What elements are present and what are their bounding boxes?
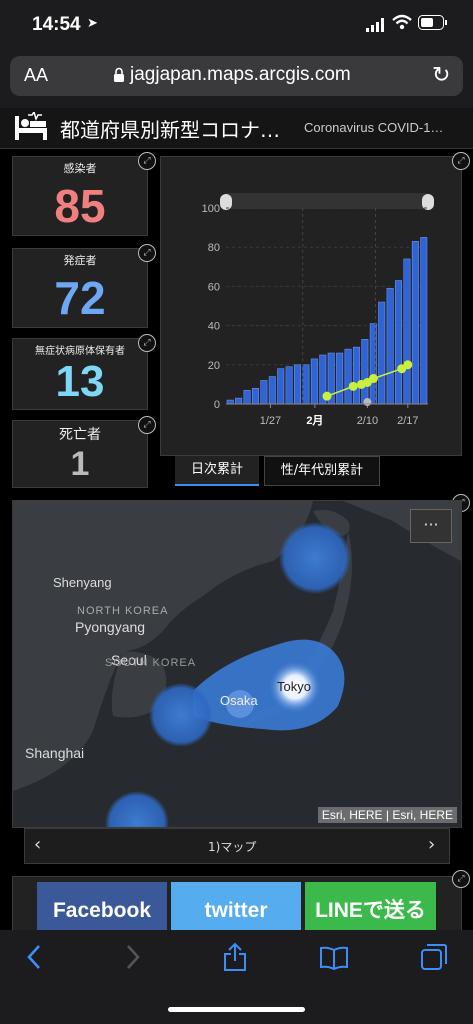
asymptomatic-value: 13 bbox=[55, 357, 105, 406]
map-label-shenyang: Shenyang bbox=[53, 575, 112, 590]
map-label-shanghai: Shanghai bbox=[25, 745, 85, 761]
expand-icon[interactable]: ⤢ bbox=[138, 152, 156, 170]
chart-bar bbox=[310, 358, 318, 405]
symptomatic-value: 72 bbox=[54, 272, 106, 324]
map-pager-label: 1)マップ bbox=[208, 840, 257, 854]
symptomatic-label: 発症者 bbox=[63, 254, 97, 267]
chart-point bbox=[403, 360, 413, 370]
asymptomatic-panel: 無症状病原体保有者 13 bbox=[12, 338, 148, 410]
chart-bar bbox=[411, 241, 419, 405]
chart-bar bbox=[302, 364, 310, 405]
chevron-left-icon[interactable]: ‹ bbox=[34, 834, 41, 855]
signal-icon bbox=[366, 17, 386, 36]
chart-bar bbox=[403, 258, 411, 405]
expand-icon[interactable]: ⤢ bbox=[138, 416, 156, 434]
hospital-bed-icon bbox=[14, 110, 48, 146]
tab-label: 性/年代別累計 bbox=[280, 463, 364, 478]
expand-icon[interactable]: ⤢ bbox=[138, 334, 156, 352]
home-indicator bbox=[168, 1007, 305, 1012]
tabs-icon[interactable] bbox=[420, 943, 448, 978]
location-arrow-icon: ➤ bbox=[87, 16, 98, 31]
chart-bar bbox=[243, 389, 251, 405]
chart-bar bbox=[336, 352, 344, 405]
expand-icon[interactable]: ⤢ bbox=[138, 244, 156, 262]
y-tick-label: 100 bbox=[202, 203, 220, 215]
battery-icon bbox=[418, 15, 448, 34]
map-attribution: Esri, HERE | Esri, HERE bbox=[317, 807, 457, 823]
share-icon[interactable] bbox=[222, 942, 248, 979]
chart-bar bbox=[251, 388, 259, 405]
map-label-south-korea: SOUTH KOREA bbox=[105, 657, 197, 669]
y-tick-label: 40 bbox=[208, 321, 220, 333]
chart-range-slider bbox=[226, 193, 428, 209]
text-size-button[interactable]: AA bbox=[24, 65, 48, 86]
page-title: 都道府県別新型コロナ… bbox=[60, 118, 280, 142]
tab-label: 日次累計 bbox=[190, 462, 243, 477]
deaths-value: 1 bbox=[70, 445, 90, 483]
chart-bar bbox=[285, 366, 293, 405]
chart-bar bbox=[395, 280, 403, 405]
deaths-panel: 死亡者 1 bbox=[12, 420, 148, 488]
chart-point bbox=[363, 398, 372, 407]
x-tick-label: 2月 bbox=[306, 414, 323, 427]
chart-bar bbox=[268, 376, 276, 405]
infected-panel: 感染者 85 bbox=[12, 156, 148, 236]
chart-bar bbox=[344, 348, 352, 405]
chart-bar bbox=[294, 364, 302, 405]
map-label-osaka: Osaka bbox=[220, 693, 258, 708]
infected-label: 感染者 bbox=[63, 162, 97, 175]
slider-handle-right bbox=[422, 194, 434, 210]
status-time: 14:54 bbox=[32, 14, 81, 35]
y-tick-label: 0 bbox=[214, 399, 220, 411]
wifi-icon bbox=[392, 14, 412, 34]
chart-bar bbox=[361, 339, 369, 405]
map-view[interactable]: Shenyang NORTH KOREA Pyongyang Seoul SOU… bbox=[12, 500, 462, 828]
map-label-tokyo: Tokyo bbox=[277, 679, 311, 694]
asymptomatic-label: 無症状病原体保有者 bbox=[35, 346, 125, 357]
basemap bbox=[13, 501, 461, 827]
chart-bar bbox=[386, 288, 394, 405]
x-tick-label: 2/10 bbox=[357, 415, 378, 427]
map-label-north-korea: NORTH KOREA bbox=[77, 605, 169, 617]
cumulative-chart: 0 20 40 60 80 100 1/27 2月 2/10 2/17 bbox=[202, 193, 434, 427]
chart-bar bbox=[260, 380, 268, 405]
lock-icon bbox=[113, 67, 125, 87]
expand-icon[interactable]: ⤢ bbox=[452, 870, 470, 888]
map-more-button[interactable]: ··· bbox=[410, 509, 452, 543]
infected-value: 85 bbox=[54, 180, 106, 232]
map-label-pyongyang: Pyongyang bbox=[75, 619, 146, 635]
chart-bar bbox=[420, 237, 428, 405]
reload-icon[interactable]: ↻ bbox=[432, 63, 450, 88]
x-tick-label: 1/27 bbox=[260, 415, 281, 427]
more-icon: ··· bbox=[423, 515, 439, 534]
chart-bar bbox=[235, 397, 243, 405]
y-tick-label: 60 bbox=[208, 281, 220, 293]
chart-bar bbox=[226, 399, 234, 405]
page-subtitle: Coronavirus COVID-1… bbox=[304, 120, 444, 135]
y-tick-label: 20 bbox=[208, 360, 220, 372]
bookmarks-icon[interactable] bbox=[319, 946, 349, 977]
tab-sex-age-cumulative[interactable]: 性/年代別累計 bbox=[264, 456, 380, 486]
x-tick-label: 2/17 bbox=[397, 415, 418, 427]
chart-point bbox=[368, 374, 378, 384]
chart-point bbox=[348, 381, 358, 391]
url-text[interactable]: jagjapan.maps.arcgis.com bbox=[130, 64, 351, 86]
chevron-right-icon[interactable]: › bbox=[428, 834, 435, 855]
tab-daily-cumulative[interactable]: 日次累計 bbox=[175, 456, 259, 486]
symptomatic-panel: 発症者 72 bbox=[12, 248, 148, 328]
chart-bar bbox=[277, 368, 285, 405]
chart-bar bbox=[378, 301, 386, 405]
forward-icon[interactable] bbox=[125, 944, 141, 977]
back-icon[interactable] bbox=[26, 944, 42, 977]
chart-bar bbox=[352, 346, 360, 405]
deaths-label: 死亡者 bbox=[59, 427, 101, 443]
y-tick-label: 80 bbox=[208, 242, 220, 254]
chart-point bbox=[322, 391, 332, 401]
